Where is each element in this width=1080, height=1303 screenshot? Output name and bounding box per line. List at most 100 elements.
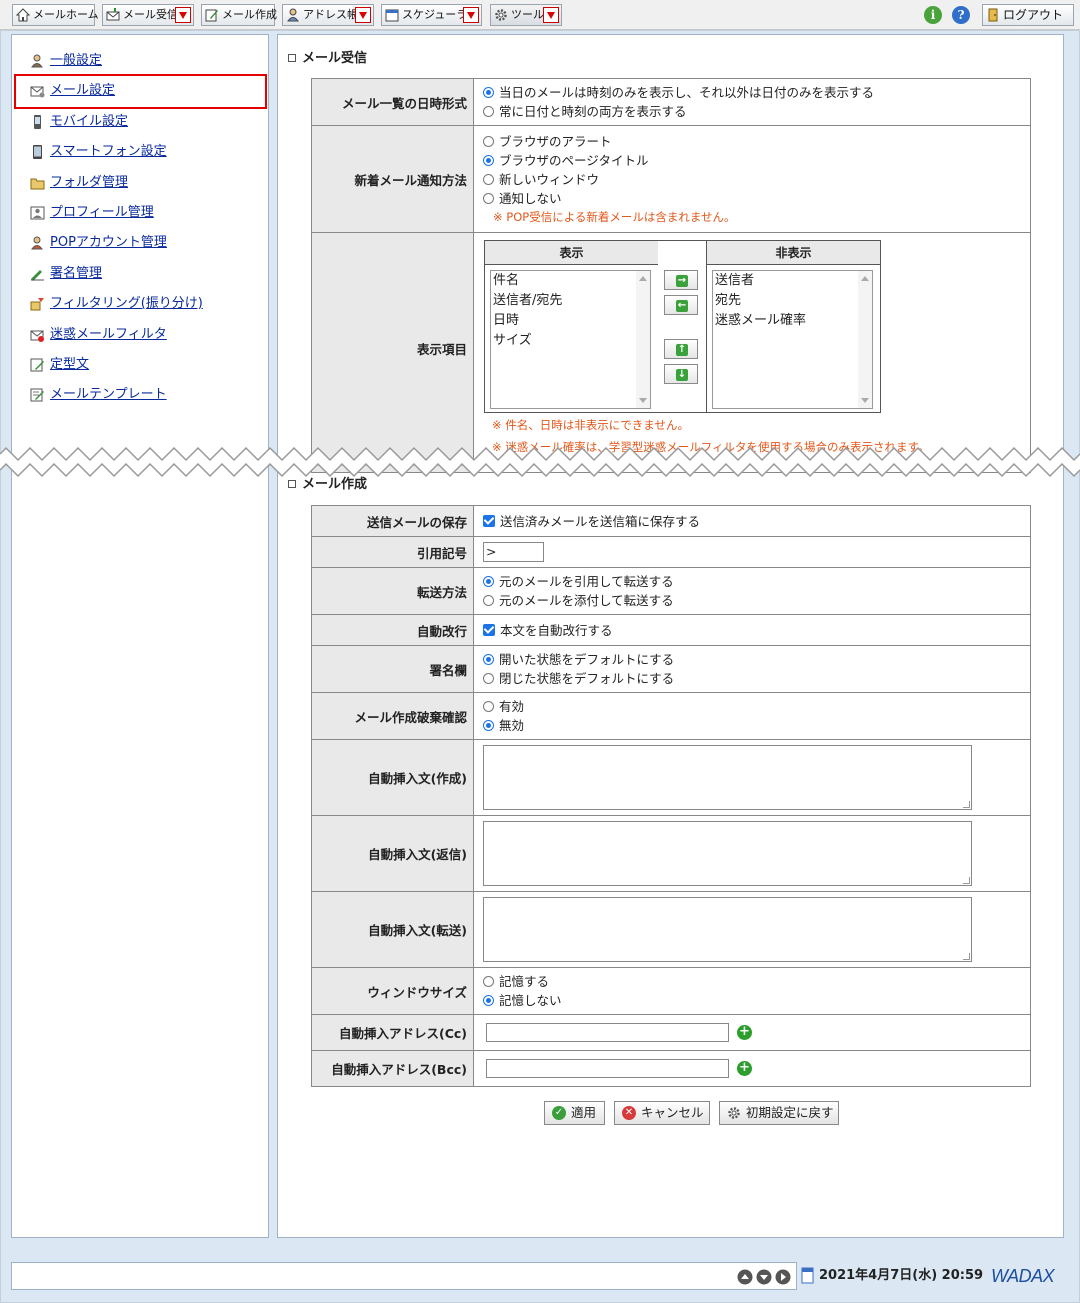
list-item[interactable]: 迷惑メール確率 xyxy=(713,311,872,331)
toolbar-address-book-button[interactable]: アドレス帳 xyxy=(282,4,374,26)
add-cc-icon[interactable]: + xyxy=(737,1025,752,1040)
notify-method-options: ブラウザのアラート ブラウザのページタイトル 新しいウィンドウ 通知しない ※ … xyxy=(473,125,1031,233)
radio-button[interactable] xyxy=(483,87,494,98)
list-scrollbar[interactable] xyxy=(636,271,650,408)
logout-button[interactable]: ログアウト xyxy=(982,4,1074,26)
gear-icon xyxy=(728,1107,740,1119)
cancel-icon: ✕ xyxy=(622,1106,636,1120)
forward-option-attach[interactable]: 元のメールを添付して転送する xyxy=(483,591,1022,610)
move-left-button[interactable]: ← xyxy=(664,295,698,315)
sidebar-item-label[interactable]: スマートフォン設定 xyxy=(50,141,167,163)
mail-receive-dropdown-icon[interactable] xyxy=(175,7,191,23)
list-item[interactable]: 件名 xyxy=(491,271,650,291)
auto-wrap-cell: 本文を自動改行する xyxy=(473,614,1031,646)
sidebar-item-label[interactable]: モバイル設定 xyxy=(50,111,128,133)
window-size-remember[interactable]: 記憶する xyxy=(483,972,1022,991)
radio-button[interactable] xyxy=(483,995,494,1006)
notify-option-page-title[interactable]: ブラウザのページタイトル xyxy=(483,151,1022,170)
radio-button[interactable] xyxy=(483,595,494,606)
quote-mark-input[interactable]: > xyxy=(483,542,544,562)
list-item[interactable]: 送信者 xyxy=(713,271,872,291)
auto-cc-cell: + xyxy=(473,1014,1031,1051)
sidebar-item-label[interactable]: メール設定 xyxy=(50,80,115,102)
reset-defaults-button[interactable]: 初期設定に戻す xyxy=(719,1101,839,1125)
tools-dropdown-icon[interactable] xyxy=(543,7,559,23)
move-right-button[interactable]: → xyxy=(664,270,698,290)
list-item[interactable]: サイズ xyxy=(491,331,650,351)
spam-filter-icon xyxy=(30,330,44,342)
address-book-dropdown-icon[interactable] xyxy=(355,7,371,23)
radio-button[interactable] xyxy=(483,701,494,712)
hidden-items-box: 非表示 送信者 宛先 迷惑メール確率 xyxy=(706,240,881,413)
notify-option-alert[interactable]: ブラウザのアラート xyxy=(483,132,1022,151)
radio-button[interactable] xyxy=(483,976,494,987)
radio-button[interactable] xyxy=(483,192,494,204)
toolbar-mail-compose-button[interactable]: メール作成 xyxy=(201,4,277,26)
hidden-items-list[interactable]: 送信者 宛先 迷惑メール確率 xyxy=(712,270,873,409)
radio-button[interactable] xyxy=(483,173,494,185)
auto-insert-forward-textarea[interactable] xyxy=(483,897,972,962)
checkbox[interactable] xyxy=(483,514,495,527)
sidebar-item-label[interactable]: 一般設定 xyxy=(50,50,102,72)
mobile-icon xyxy=(34,115,41,129)
display-items-note-1: ※ 件名、日時は非表示にできません。 xyxy=(492,418,689,432)
date-format-option-both[interactable]: 常に日付と時刻の両方を表示する xyxy=(483,102,1022,121)
radio-button[interactable] xyxy=(483,673,494,684)
radio-button[interactable] xyxy=(483,106,494,117)
sidebar-item-label[interactable]: 迷惑メールフィルタ xyxy=(50,324,167,346)
cancel-button[interactable]: ✕ キャンセル xyxy=(614,1101,710,1125)
signature-option-closed[interactable]: 閉じた状態をデフォルトにする xyxy=(483,669,1022,688)
toolbar-mail-home-button[interactable]: メールホーム xyxy=(12,4,99,26)
list-item[interactable]: 宛先 xyxy=(713,291,872,311)
sidebar-item-label[interactable]: フィルタリング(振り分け) xyxy=(50,293,203,315)
radio-button[interactable] xyxy=(483,135,494,147)
discard-confirm-enabled[interactable]: 有効 xyxy=(483,697,1022,716)
info-icon[interactable]: i xyxy=(924,6,942,24)
shown-items-list[interactable]: 件名 送信者/宛先 日時 サイズ xyxy=(490,270,651,409)
help-icon[interactable]: ? xyxy=(952,6,970,24)
list-item[interactable]: 送信者/宛先 xyxy=(491,291,650,311)
list-item[interactable]: 日時 xyxy=(491,311,650,331)
list-scrollbar[interactable] xyxy=(858,271,872,408)
sidebar-item-label[interactable]: 定型文 xyxy=(50,354,89,376)
add-bcc-icon[interactable]: + xyxy=(737,1061,752,1076)
auto-bcc-input[interactable] xyxy=(486,1059,729,1078)
auto-wrap-label: 自動改行 xyxy=(311,614,474,646)
toolbar-scheduler-button[interactable]: スケジューラ xyxy=(381,4,482,26)
sidebar-item-label[interactable]: プロフィール管理 xyxy=(50,202,154,224)
next-icon[interactable] xyxy=(775,1269,791,1285)
radio-button[interactable] xyxy=(483,154,494,166)
sidebar-item-label[interactable]: メールテンプレート xyxy=(50,384,167,406)
hidden-items-header: 非表示 xyxy=(707,241,880,265)
toolbar-tools-button[interactable]: ツール xyxy=(490,4,562,26)
save-sent-checkbox[interactable]: 送信済みメールを送信箱に保存する xyxy=(483,512,1022,531)
signature-option-open[interactable]: 開いた状態をデフォルトにする xyxy=(483,650,1022,669)
scheduler-dropdown-icon[interactable] xyxy=(463,7,479,23)
settings-sidebar: 一般設定 メール設定 モバイル設定 スマートフォン設定 フォルダ管理 プロフィー… xyxy=(11,34,269,1238)
move-down-button[interactable]: ↓ xyxy=(664,364,698,384)
radio-button[interactable] xyxy=(483,720,494,731)
auto-insert-create-textarea[interactable] xyxy=(483,745,972,810)
window-size-no-remember[interactable]: 記憶しない xyxy=(483,991,1022,1010)
date-format-option-time-only[interactable]: 当日のメールは時刻のみを表示し、それ以外は日付のみを表示する xyxy=(483,83,1022,102)
sidebar-item-label[interactable]: POPアカウント管理 xyxy=(50,232,167,254)
forward-option-quote[interactable]: 元のメールを引用して転送する xyxy=(483,572,1022,591)
sidebar-item-label[interactable]: フォルダ管理 xyxy=(50,172,128,194)
scroll-up-icon[interactable] xyxy=(737,1269,753,1285)
apply-button[interactable]: ✓ 適用 xyxy=(544,1101,605,1125)
move-up-button[interactable]: ↑ xyxy=(664,339,698,359)
radio-button[interactable] xyxy=(483,654,494,665)
auto-insert-reply-textarea[interactable] xyxy=(483,821,972,886)
auto-wrap-checkbox[interactable]: 本文を自動改行する xyxy=(483,621,1022,640)
discard-confirm-disabled[interactable]: 無効 xyxy=(483,716,1022,735)
notify-option-none[interactable]: 通知しない xyxy=(483,189,1022,208)
receive-settings-table: メール一覧の日時形式 当日のメールは時刻のみを表示し、それ以外は日付のみを表示す… xyxy=(311,78,1031,473)
checkbox[interactable] xyxy=(483,623,495,636)
radio-button[interactable] xyxy=(483,576,494,587)
scroll-down-icon[interactable] xyxy=(756,1269,772,1285)
auto-cc-input[interactable] xyxy=(486,1023,729,1042)
toolbar-mail-receive-button[interactable]: メール受信 xyxy=(102,4,194,26)
sidebar-item-label[interactable]: 署名管理 xyxy=(50,263,102,285)
shown-items-box: 表示 件名 送信者/宛先 日時 サイズ xyxy=(484,240,659,413)
notify-option-new-window[interactable]: 新しいウィンドウ xyxy=(483,170,1022,189)
